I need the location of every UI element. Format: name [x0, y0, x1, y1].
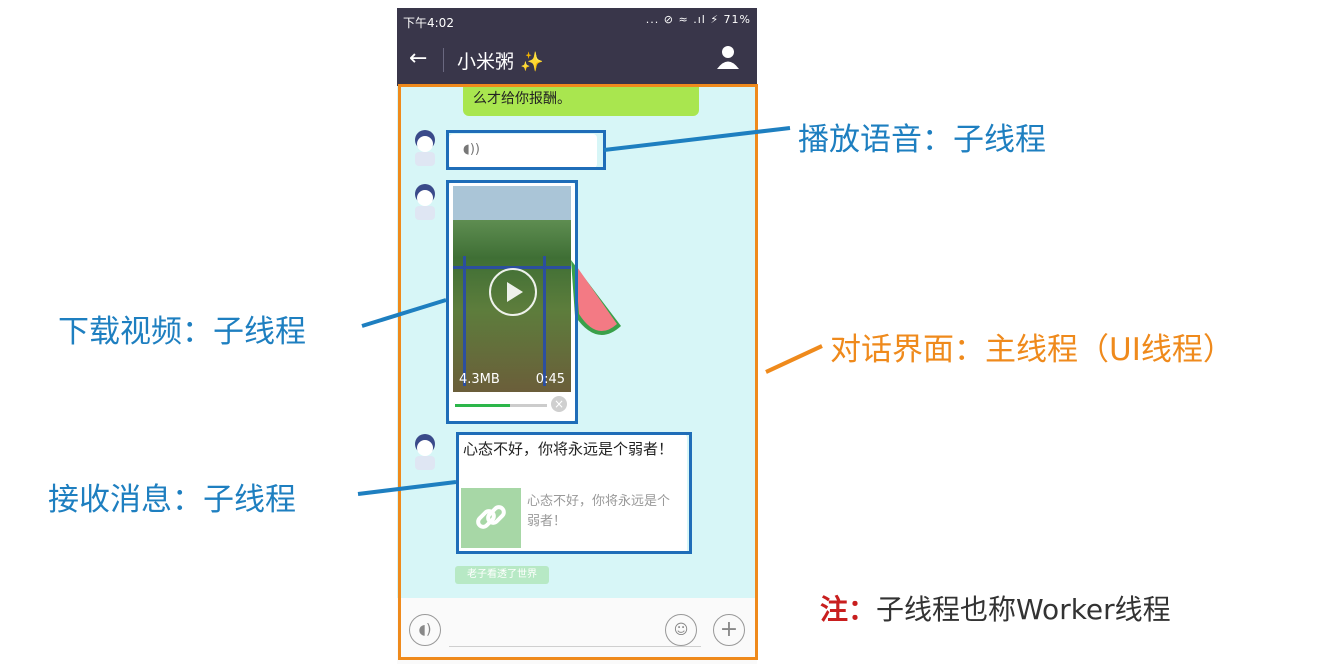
annotation-voice: 播放语音：子线程 [798, 122, 1046, 158]
annotation-main-thread: 对话界面：主线程（UI线程） [830, 332, 1234, 368]
note-text: 子线程也称Worker线程 [876, 593, 1171, 626]
note-prefix: 注： [820, 593, 877, 626]
annotation-video: 下载视频：子线程 [58, 314, 306, 350]
note: 注：子线程也称Worker线程 [820, 588, 1171, 628]
annotation-message: 接收消息：子线程 [48, 482, 296, 518]
